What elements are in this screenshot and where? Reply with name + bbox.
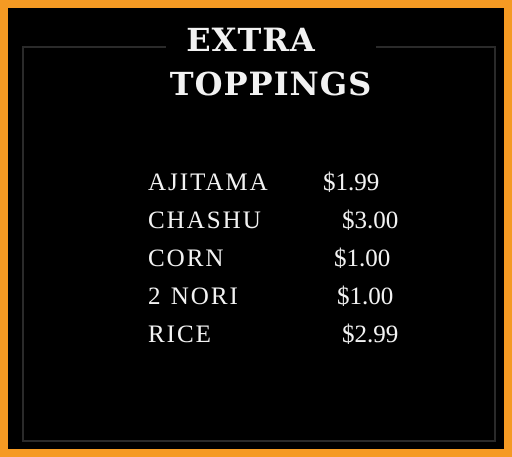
topping-price: $3.00 — [342, 207, 399, 234]
topping-name: CHASHU — [148, 207, 263, 234]
topping-name: CORN — [148, 245, 226, 272]
topping-name: AJITAMA — [148, 169, 270, 196]
topping-price: $1.99 — [323, 169, 380, 196]
menu-board: EXTRA TOPPINGS AJITAMA $1.99 CHASHU $3.0… — [0, 0, 512, 457]
menu-title: EXTRA TOPPINGS — [8, 18, 512, 106]
topping-price: $1.00 — [334, 245, 391, 272]
title-line-2: TOPPINGS — [169, 65, 373, 103]
topping-name: RICE — [148, 321, 213, 348]
topping-name: 2 NORI — [148, 283, 240, 310]
topping-price: $1.00 — [337, 283, 394, 310]
topping-price: $2.99 — [342, 321, 399, 348]
title-line-1: EXTRA — [186, 21, 316, 59]
